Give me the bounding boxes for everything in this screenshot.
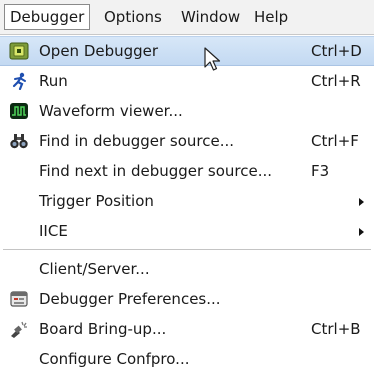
menu-window[interactable]: Window — [176, 4, 245, 30]
menu-item-trigger-position[interactable]: Trigger Position — [0, 186, 374, 216]
waveform-viewer-icon — [10, 103, 28, 119]
menu-item-shortcut: Ctrl+B — [311, 320, 361, 338]
menu-help[interactable]: Help — [249, 4, 293, 30]
menu-item-label: Open Debugger — [39, 42, 159, 60]
menu-item-label: Find next in debugger source... — [39, 162, 273, 180]
binoculars-icon — [10, 134, 28, 149]
menu-item-shortcut: Ctrl+D — [311, 42, 362, 60]
menu-item-label: Waveform viewer... — [39, 102, 183, 120]
menu-item-label: Client/Server... — [39, 260, 150, 278]
menu-item-debugger-preferences[interactable]: Debugger Preferences... — [0, 284, 374, 314]
mouse-cursor-icon — [204, 47, 221, 71]
menu-debugger[interactable]: Debugger — [4, 4, 91, 30]
menu-item-label: Configure Confpro... — [39, 350, 190, 368]
menu-item-label: Run — [39, 72, 68, 90]
menu-separator — [3, 249, 371, 250]
menu-item-label: Debugger Preferences... — [39, 290, 221, 308]
menu-item-shortcut: Ctrl+R — [311, 72, 361, 90]
menu-item-configure-confpro[interactable]: Configure Confpro... — [0, 344, 374, 374]
board-bringup-icon — [11, 321, 27, 338]
menu-item-open-debugger[interactable]: Open Debugger Ctrl+D — [0, 36, 374, 66]
menu-bar: Debugger Options Window Help — [0, 0, 374, 35]
run-icon — [12, 72, 26, 90]
menu-item-iice[interactable]: IICE — [0, 216, 374, 246]
menu-item-client-server[interactable]: Client/Server... — [0, 254, 374, 284]
menu-item-find-next-in-debugger-source[interactable]: Find next in debugger source... F3 — [0, 156, 374, 186]
menu-item-shortcut: Ctrl+F — [311, 132, 359, 150]
debugger-dropdown-menu: Open Debugger Ctrl+D Run Ctrl+R Waveform… — [0, 35, 374, 368]
preferences-icon — [10, 291, 28, 307]
menu-item-board-bring-up[interactable]: Board Bring-up... Ctrl+B — [0, 314, 374, 344]
menu-item-label: Trigger Position — [39, 192, 154, 210]
submenu-arrow-icon — [359, 228, 364, 236]
menu-item-label: Find in debugger source... — [39, 132, 235, 150]
menu-item-label: Board Bring-up... — [39, 320, 167, 338]
menu-item-find-in-debugger-source[interactable]: Find in debugger source... Ctrl+F — [0, 126, 374, 156]
submenu-arrow-icon — [359, 198, 364, 206]
menu-options[interactable]: Options — [99, 4, 167, 30]
menu-item-shortcut: F3 — [311, 162, 330, 180]
menu-item-label: IICE — [39, 222, 68, 240]
menu-item-run[interactable]: Run Ctrl+R — [0, 66, 374, 96]
menu-item-waveform-viewer[interactable]: Waveform viewer... — [0, 96, 374, 126]
open-debugger-icon — [9, 42, 29, 60]
